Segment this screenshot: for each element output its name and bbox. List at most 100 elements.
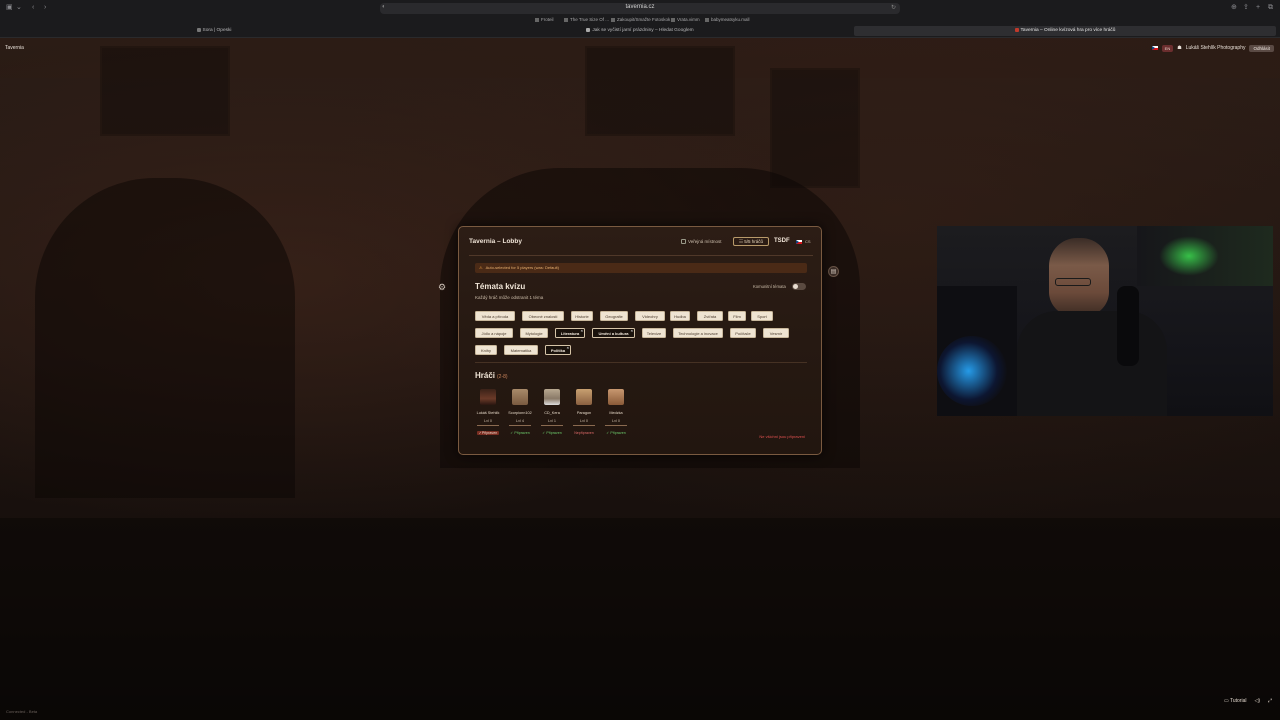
topic-chip[interactable]: Literatura × [555,328,585,338]
tab-label: Sora | Opeski [202,28,232,33]
tab-google-search[interactable]: Jak se vyčistí jarní prázdniny – Hledat … [430,26,850,36]
topic-chip-label: Matematika [510,348,532,353]
reload-icon[interactable]: ↻ [891,4,896,11]
avatar[interactable] [544,389,560,405]
czech-flag-icon[interactable] [1151,46,1158,50]
topic-chip[interactable]: Zvířata [697,311,723,321]
remove-icon[interactable]: × [567,343,569,353]
bookmark-item[interactable]: Froteil [535,17,554,22]
ready-button[interactable]: ✓Připraven [476,431,500,435]
checkbox[interactable] [681,239,686,245]
browser-toolbar: ▣ ⌄ ‹ › ◐ tavernia.cz ↻ ⊕ ⇪ + ⧉ [0,0,1280,16]
share-icon[interactable]: ⇪ [1243,4,1249,12]
bookmark-item[interactable]: The True Size Of ... [564,17,609,22]
bookmark-item[interactable]: Vrata.vimm [671,17,700,22]
topic-chip-label: Knihy [480,348,491,353]
topic-chip-label: Televize [646,331,662,336]
chevron-down-icon[interactable]: ⌄ [16,4,22,12]
topic-chip-label: Hudba [674,314,686,319]
topic-chip[interactable]: Věda a příroda [475,311,515,321]
tavernia-icon [1014,27,1019,32]
topic-chip-label: Vesmír [769,331,783,336]
person-body [1017,311,1167,416]
bookmarks-bar: Froteil The True Size Of ... Zakoupit/Sm… [0,16,1280,25]
player-slots-badge[interactable]: ☷ 5/5 hráčů [733,237,769,246]
download-icon[interactable]: ⊕ [1231,4,1237,12]
topic-chip-label: Literatura [560,331,580,336]
tab-tavernia[interactable]: Tavernia – Online kvízová hra pro více h… [854,26,1276,36]
topic-chip[interactable]: Vesmír [763,328,789,338]
remove-icon[interactable]: × [581,326,583,336]
topic-chip[interactable]: Politika × [545,345,571,355]
floor [0,518,1280,720]
tab-sora[interactable]: Sora | Opeski [4,26,424,36]
player-status[interactable]: ✓Připraven [471,431,505,435]
chat-icon[interactable]: ▤ [828,266,839,277]
logout-button[interactable]: Odhlásit [1249,44,1274,52]
avatar[interactable] [608,389,624,405]
new-tab-icon[interactable]: + [1256,4,1260,12]
avatar[interactable] [576,389,592,405]
user-icon: ☗ [1177,45,1182,51]
topic-chip-label: Mytologie [525,331,543,336]
avatar[interactable] [512,389,528,405]
tutorial-button[interactable]: ▭ Tutorial [1224,698,1247,704]
url-text: tavernia.cz [625,4,655,10]
topic-chip[interactable]: Umění a kultura × [592,328,635,338]
topic-chip-label: Umění a kultura [598,331,629,336]
player-status: ✓ Připraven [503,431,537,435]
player-card: Medzka Lvl 0 ✓ Připraven [601,389,631,441]
volume-icon[interactable]: ◁) [1254,698,1260,704]
topic-chip[interactable]: Počítače [730,328,756,338]
forward-icon[interactable]: › [44,4,46,12]
players-range: (2-8) [497,374,508,380]
auto-select-alert: ⚠ Auto-selected for 5 players (was: Defau… [475,263,807,273]
topic-chip[interactable]: Hudba [670,311,690,321]
topic-chip[interactable]: Historie [571,311,593,321]
topic-chip[interactable]: Obecné znalosti [522,311,564,321]
topic-chip-label: Věda a příroda [481,314,509,319]
community-topics-toggle[interactable] [792,283,806,290]
address-bar[interactable]: ◐ tavernia.cz ↻ [380,3,900,14]
topic-chip[interactable]: Geografie [600,311,628,321]
remove-icon[interactable]: × [631,326,633,336]
room-language: CS [805,239,811,244]
status-label: Připraven [546,431,562,435]
player-level: Lvl 1 [547,419,557,423]
fullscreen-icon[interactable]: ⤢ [1268,698,1272,704]
topic-chip[interactable]: Televize [642,328,666,338]
tutorial-label: Tutorial [1229,698,1247,704]
tab-overview-icon[interactable]: ⧉ [1268,4,1273,12]
topic-chip[interactable]: Mytologie [520,328,548,338]
topic-chip[interactable]: Technologie a inovace [673,328,723,338]
avatar[interactable] [480,389,496,405]
player-level: Lvl 0 [483,419,493,423]
gear-icon[interactable]: ⚙ [438,283,446,292]
room-code[interactable]: TSDF [774,238,790,244]
topic-chip[interactable]: Film [728,311,746,321]
topic-chip[interactable]: Jídlo a nápoje [475,328,513,338]
bookmark-item[interactable]: babymeatsyku.mall [705,17,750,22]
language-toggle[interactable]: EN [1161,44,1174,52]
topic-chip[interactable]: Matematika [504,345,538,355]
topic-chip[interactable]: Videohry [635,311,665,321]
sidebar-icon[interactable]: ▣ [6,4,13,12]
topic-chip[interactable]: Sport [751,311,773,321]
page-icon [611,17,615,22]
topic-chip-label: Technologie a inovace [678,331,718,336]
page-icon [671,17,675,22]
page-icon [564,17,568,22]
browser-chrome: ▣ ⌄ ‹ › ◐ tavernia.cz ↻ ⊕ ⇪ + ⧉ Froteil … [0,0,1280,38]
player-level: Lvl 0 [611,419,621,423]
bottom-controls: ▭ Tutorial ◁) ⤢ [1224,698,1272,704]
toggle-knob [793,284,798,289]
back-icon[interactable]: ‹ [32,4,34,12]
site-logo[interactable]: Tavernia [5,45,24,51]
bookmark-item[interactable]: Zakoupit/Smažte Fotoskok [611,17,670,22]
google-icon [586,27,591,32]
username[interactable]: Lukáš Stehlík Photography [1186,45,1246,51]
player-card: CD_Kera Lvl 1 ✓ Připraven [537,389,567,441]
public-room-toggle[interactable]: Veřejná místnost [681,239,722,245]
topic-chip[interactable]: Knihy [475,345,497,355]
person-head [1049,238,1109,316]
